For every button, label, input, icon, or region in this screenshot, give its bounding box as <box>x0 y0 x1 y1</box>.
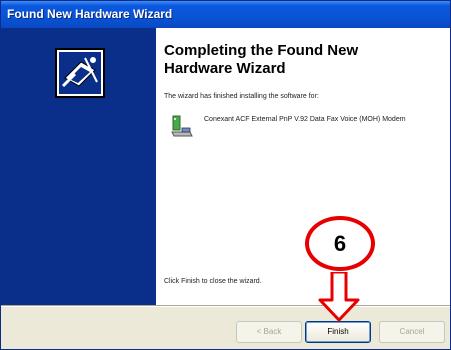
wizard-content: Completing the Found New Hardware Wizard… <box>1 28 450 305</box>
wizard-window: Found New Hardware Wizard Completing the… <box>0 0 451 350</box>
completion-message: The wizard has finished installing the s… <box>164 93 319 100</box>
device-name: Conexant ACF External PnP V.92 Data Fax … <box>204 116 406 123</box>
hardware-wizard-icon <box>55 48 105 98</box>
modem-icon <box>171 115 193 137</box>
finish-button[interactable]: Finish <box>305 321 371 343</box>
page-title-line2: Hardware Wizard <box>164 60 286 77</box>
title-bar: Found New Hardware Wizard <box>1 1 450 28</box>
wizard-sidebar <box>1 28 156 305</box>
finish-instruction: Click Finish to close the wizard. <box>164 278 262 285</box>
page-title: Completing the Found New Hardware Wizard <box>164 42 434 78</box>
wizard-main: Completing the Found New Hardware Wizard… <box>164 28 444 305</box>
down-arrow-icon <box>318 272 360 322</box>
button-divider <box>1 305 450 307</box>
step-number: 6 <box>333 231 347 256</box>
step-annotation-circle: 6 <box>305 216 375 271</box>
back-button[interactable]: < Back <box>236 321 302 343</box>
page-title-line1: Completing the Found New <box>164 42 359 59</box>
cancel-button[interactable]: Cancel <box>379 321 445 343</box>
window-title: Found New Hardware Wizard <box>7 7 173 21</box>
